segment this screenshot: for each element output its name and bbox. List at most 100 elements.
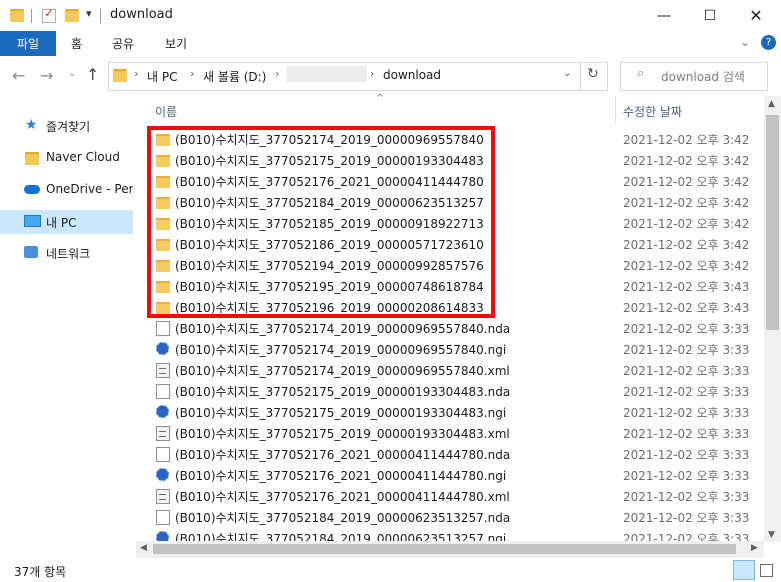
file-icon: [156, 447, 170, 462]
breadcrumb-download[interactable]: download: [383, 68, 441, 82]
maximize-button[interactable]: ☐: [687, 0, 733, 31]
breadcrumb-this-pc[interactable]: 내 PC: [147, 68, 177, 85]
item-count: 37개 항목: [14, 565, 67, 579]
scroll-down-icon[interactable]: ▼: [768, 530, 775, 540]
chevron-right-icon[interactable]: ›: [190, 67, 194, 80]
folder-icon: [10, 9, 24, 22]
file-row[interactable]: (B010)수치지도_377052174_2019_00000969557840…: [136, 317, 764, 338]
file-row[interactable]: (B010)수치지도_377052184_2019_00000623513257…: [136, 506, 764, 527]
file-row[interactable]: (B010)수치지도_377052175_2019_00000193304483…: [136, 380, 764, 401]
column-separator[interactable]: [615, 96, 616, 124]
column-name[interactable]: 이름: [155, 103, 177, 120]
file-row[interactable]: (B010)수치지도_377052175_2019_00000193304483…: [136, 401, 764, 422]
tab-view[interactable]: 보기: [165, 35, 187, 52]
vertical-scroll-thumb[interactable]: [766, 115, 779, 330]
xml-file-icon: [156, 489, 170, 504]
globe-icon: [156, 342, 169, 355]
separator: [100, 9, 101, 23]
back-arrow-icon[interactable]: ←: [12, 66, 25, 85]
xml-file-icon: [156, 426, 170, 441]
nav-item-naver-cloud[interactable]: Naver Cloud: [0, 147, 133, 169]
refresh-icon[interactable]: ↻: [587, 66, 599, 82]
folder-icon: [113, 69, 127, 82]
star-icon: ★: [25, 117, 38, 133]
details-view-icon[interactable]: [733, 560, 755, 580]
chevron-right-icon[interactable]: ›: [370, 67, 374, 80]
nav-item-onedrive[interactable]: OneDrive - Perso: [0, 179, 133, 201]
nav-label: 내 PC: [46, 216, 77, 230]
file-icon: [156, 384, 170, 399]
address-dropdown-icon[interactable]: ⌄: [563, 68, 571, 79]
file-date: 2021-12-02 오후 3:33: [623, 385, 750, 399]
nav-label: 즐겨찾기: [46, 120, 91, 134]
file-name: (B010)수치지도_377052184_2019_00000623513257…: [175, 511, 511, 525]
file-name: (B010)수치지도_377052175_2019_00000193304483…: [175, 427, 510, 441]
file-row[interactable]: (B010)수치지도_377052176_2021_00000411444780…: [136, 485, 764, 506]
file-date: 2021-12-02 오후 3:33: [623, 406, 750, 420]
highlight-box: [147, 126, 495, 318]
file-date: 2021-12-02 오후 3:33: [623, 322, 750, 336]
file-date: 2021-12-02 오후 3:43: [623, 301, 750, 315]
up-arrow-icon[interactable]: ↑: [86, 65, 99, 84]
file-row[interactable]: (B010)수치지도_377052174_2019_00000969557840…: [136, 359, 764, 380]
expand-ribbon-icon[interactable]: ⌄: [740, 35, 750, 49]
file-name: (B010)수치지도_377052175_2019_00000193304483…: [175, 406, 507, 420]
file-date: 2021-12-02 오후 3:42: [623, 196, 750, 210]
nav-item-quick-access[interactable]: ★ 즐겨찾기: [0, 115, 133, 137]
file-date: 2021-12-02 오후 3:42: [623, 154, 750, 168]
nav-item-network[interactable]: 네트워크: [0, 242, 133, 264]
tab-share[interactable]: 공유: [112, 35, 134, 52]
scroll-left-icon[interactable]: ◀: [140, 543, 147, 553]
file-date: 2021-12-02 오후 3:43: [623, 280, 750, 294]
large-icons-view-icon[interactable]: [757, 561, 774, 578]
file-icon: [156, 321, 170, 336]
file-name: (B010)수치지도_377052175_2019_00000193304483…: [175, 385, 511, 399]
pc-icon: [24, 215, 41, 227]
file-row[interactable]: (B010)수치지도_377052175_2019_00000193304483…: [136, 422, 764, 443]
new-folder-icon[interactable]: [65, 9, 79, 22]
nav-label: 네트워크: [46, 247, 91, 261]
properties-icon[interactable]: ✓: [42, 6, 56, 23]
help-icon[interactable]: ?: [761, 35, 776, 50]
file-name: (B010)수치지도_377052176_2021_00000411444780…: [175, 490, 510, 504]
horizontal-scroll-thumb[interactable]: [153, 544, 736, 554]
nav-item-this-pc[interactable]: 내 PC: [0, 210, 133, 234]
close-button[interactable]: ✕: [733, 0, 779, 31]
redacted-breadcrumb: [287, 66, 367, 82]
forward-arrow-icon[interactable]: →: [40, 66, 53, 85]
cloud-folder-icon: [25, 152, 39, 165]
file-date: 2021-12-02 오후 3:33: [623, 448, 750, 462]
file-row[interactable]: (B010)수치지도_377052174_2019_00000969557840…: [136, 338, 764, 359]
file-name: (B010)수치지도_377052174_2019_00000969557840…: [175, 322, 511, 336]
chevron-right-icon[interactable]: ›: [275, 67, 279, 80]
recent-locations-icon[interactable]: ⌄: [68, 68, 76, 79]
column-date[interactable]: 수정한 날짜: [623, 103, 682, 120]
breadcrumb-volume[interactable]: 새 볼륨 (D:): [203, 68, 266, 85]
xml-file-icon: [156, 363, 170, 378]
separator: [580, 62, 581, 90]
globe-icon: [156, 468, 169, 481]
file-date: 2021-12-02 오후 3:42: [623, 175, 750, 189]
customize-quick-access-icon[interactable]: ▾: [86, 7, 92, 20]
globe-icon: [156, 405, 169, 418]
file-name: (B010)수치지도_377052176_2021_00000411444780…: [175, 448, 511, 462]
file-icon: [156, 510, 170, 525]
file-row[interactable]: (B010)수치지도_377052176_2021_00000411444780…: [136, 464, 764, 485]
scroll-right-icon[interactable]: ▶: [751, 543, 758, 553]
file-date: 2021-12-02 오후 3:33: [623, 511, 750, 525]
file-date: 2021-12-02 오후 3:42: [623, 259, 750, 273]
file-row[interactable]: (B010)수치지도_377052176_2021_00000411444780…: [136, 443, 764, 464]
file-name: (B010)수치지도_377052174_2019_00000969557840…: [175, 364, 510, 378]
window-title: download: [110, 7, 173, 22]
chevron-right-icon[interactable]: ›: [134, 67, 138, 80]
scroll-up-icon[interactable]: ▲: [768, 99, 775, 109]
file-date: 2021-12-02 오후 3:42: [623, 238, 750, 252]
minimize-button[interactable]: —: [641, 0, 687, 31]
file-name: (B010)수치지도_377052176_2021_00000411444780…: [175, 469, 507, 483]
file-date: 2021-12-02 오후 3:33: [623, 364, 750, 378]
search-placeholder: download 검색: [661, 70, 745, 84]
tab-home[interactable]: 홈: [71, 35, 82, 52]
file-date: 2021-12-02 오후 3:42: [623, 217, 750, 231]
file-date: 2021-12-02 오후 3:42: [623, 133, 750, 147]
tab-file[interactable]: 파일: [0, 31, 56, 56]
